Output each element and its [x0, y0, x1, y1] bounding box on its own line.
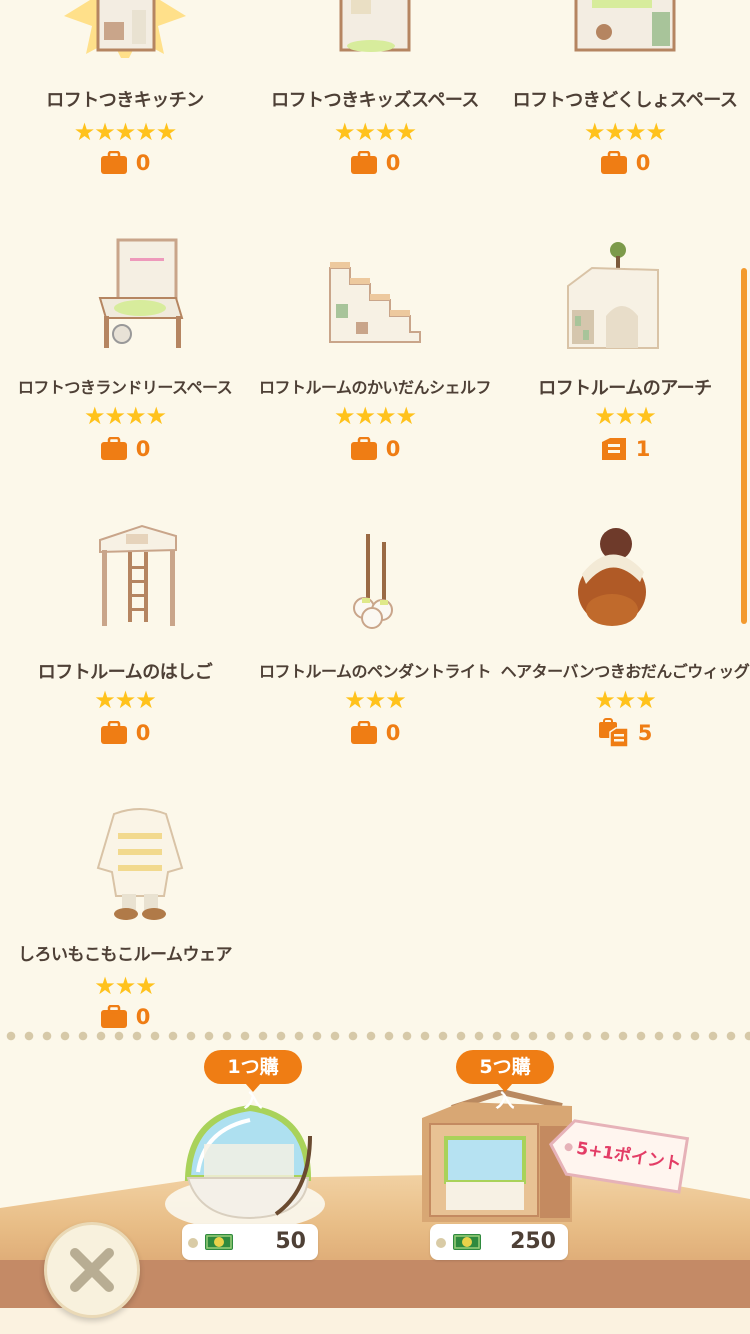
buy-five-badge: 5つ購入 — [456, 1050, 554, 1112]
bag-icon — [600, 151, 627, 174]
item-card[interactable]: ロフトルームのアーチ ★★★ 1 — [500, 238, 750, 522]
rarity-stars: ★★★★ — [583, 118, 667, 146]
item-card[interactable]: ロフトつきどくしょスペース ★★★★ 0 — [500, 0, 750, 272]
item-name: ロフトルームのペンダントライト — [258, 662, 492, 681]
item-name: ロフトつきキッズスペース — [271, 90, 479, 111]
item-card[interactable]: ロフトつきキッチン ★★★★★ 0 — [0, 0, 250, 272]
owned-count: 0 — [250, 148, 500, 176]
scrollbar[interactable] — [741, 268, 747, 624]
loft-arch-icon — [567, 242, 659, 349]
bag-icon — [350, 151, 377, 174]
loft-kids-space-icon — [339, 0, 411, 52]
buy-one-badge: 1つ購入 — [204, 1050, 302, 1112]
close-button[interactable] — [44, 1222, 140, 1318]
loft-kitchen-icon — [64, 0, 186, 58]
item-name: ロフトルームのアーチ — [538, 378, 712, 399]
cash-icon — [453, 1234, 481, 1250]
bun-wig-icon — [578, 528, 646, 626]
rarity-stars: ★★★ — [94, 972, 157, 1000]
bag-icon — [100, 151, 127, 174]
price-dot — [188, 1238, 198, 1248]
rarity-stars: ★★★★ — [83, 402, 167, 430]
price-label: 250 — [430, 1224, 568, 1260]
item-card[interactable]: ロフトルームのはしご ★★★ 0 — [0, 522, 250, 806]
close-icon — [70, 1248, 114, 1292]
divider — [0, 1030, 750, 1042]
rarity-stars: ★★★ — [94, 686, 157, 714]
bag-icon — [100, 1005, 127, 1028]
bag-icon — [100, 437, 127, 460]
item-name: しろいもこもこルームウェア — [18, 945, 233, 965]
loft-pendant-light-icon — [353, 534, 393, 629]
item-name: ロフトつきキッチン — [46, 90, 204, 111]
item-name: ロフトルームのはしご — [37, 662, 213, 683]
loft-ladder-icon — [99, 524, 177, 626]
rarity-stars: ★★★★★ — [73, 118, 178, 146]
item-grid: ロフトつきキッチン ★★★★★ 0 ロフトつきキッズスペース ★★★★ 0 ロフ… — [0, 0, 750, 1030]
rarity-stars: ★★★ — [594, 402, 657, 430]
item-name: ヘアターバンつきおだんごウィッグ — [500, 662, 750, 681]
cabinet-icon — [601, 438, 626, 460]
rarity-stars: ★★★★ — [333, 402, 417, 430]
owned-count: 0 — [250, 718, 500, 746]
rarity-stars: ★★★ — [594, 686, 657, 714]
item-card[interactable]: ヘアターバンつきおだんごウィッグ ★★★ 5 — [500, 522, 750, 806]
bag-icon — [100, 721, 127, 744]
item-card[interactable]: ロフトルームのかいだんシェルフ ★★★★ 0 — [250, 238, 500, 522]
item-card[interactable]: ロフトルームのペンダントライト ★★★ 0 — [250, 522, 500, 806]
fluffy-roomwear-icon — [96, 808, 184, 920]
cash-icon — [205, 1234, 233, 1250]
owned-count: 5 — [500, 718, 750, 748]
rarity-stars: ★★★ — [344, 686, 407, 714]
buy-one-option[interactable]: 1つ購入 50 — [160, 1050, 340, 1262]
loft-reading-space-icon — [574, 0, 676, 52]
owned-count: 1 — [500, 434, 750, 462]
owned-count: 0 — [0, 434, 250, 462]
owned-count: 0 — [250, 434, 500, 462]
bag-cabinet-icon — [598, 718, 629, 748]
loft-laundry-space-icon — [98, 238, 184, 348]
item-card[interactable]: しろいもこもこルームウェア ★★★ 0 — [0, 806, 250, 1090]
rarity-stars: ★★★★ — [333, 118, 417, 146]
item-card[interactable]: ロフトつきキッズスペース ★★★★ 0 — [250, 0, 500, 272]
bag-icon — [350, 721, 377, 744]
item-name: ロフトつきどくしょスペース — [512, 90, 738, 111]
price-dot — [436, 1238, 446, 1248]
owned-count: 0 — [0, 718, 250, 746]
item-name: ロフトつきランドリースペース — [17, 378, 233, 397]
bag-icon — [350, 437, 377, 460]
loft-stair-shelf-icon — [329, 262, 421, 343]
owned-count: 0 — [500, 148, 750, 176]
owned-count: 0 — [0, 1002, 250, 1030]
item-name: ロフトルームのかいだんシェルフ — [258, 378, 492, 397]
owned-count: 0 — [0, 148, 250, 176]
price-label: 50 — [182, 1224, 318, 1260]
item-card[interactable]: ロフトつきランドリースペース ★★★★ 0 — [0, 238, 250, 522]
